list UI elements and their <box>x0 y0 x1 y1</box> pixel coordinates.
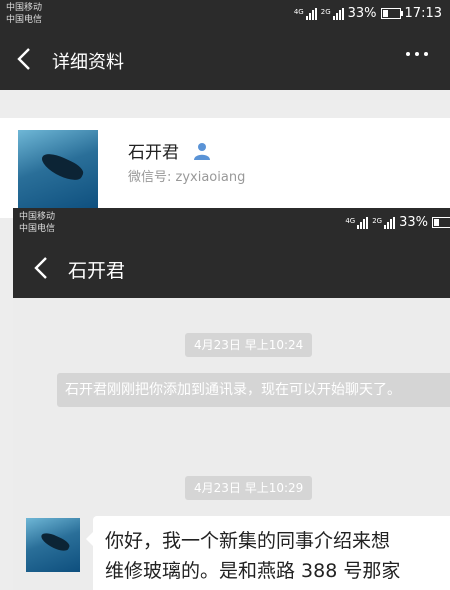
carrier-labels: 中国移动 中国电信 <box>19 211 55 235</box>
message-bubble[interactable]: 你好，我一个新集的同事介绍来想 维修玻璃的。是和燕路 388 号那家 <box>86 516 450 590</box>
signal-icon: 4G <box>294 7 317 20</box>
profile-name-row: 石开君 <box>128 138 211 163</box>
battery-icon <box>380 8 403 19</box>
chevron-left-icon[interactable] <box>14 46 36 72</box>
battery-percent: 33% <box>347 6 377 21</box>
chat-screen: 中国移动 中国电信 4G 2G 33% 石开君 4月23日 早上10:24 石开… <box>13 208 450 590</box>
person-icon <box>194 142 210 160</box>
signal-icon: 4G <box>345 216 369 229</box>
status-indicators: 4G 2G 33% 17:13 <box>294 6 442 21</box>
clock: 17:13 <box>404 6 442 21</box>
profile-card: 石开君 微信号: zyxiaoiang <box>0 118 450 218</box>
profile-name: 石开君 <box>128 143 179 163</box>
wechat-id: 微信号: zyxiaoiang <box>128 170 246 185</box>
carrier-2: 中国电信 <box>19 224 56 234</box>
page-title: 详细资料 <box>52 52 124 73</box>
carrier-1: 中国移动 <box>19 212 56 222</box>
more-icon[interactable] <box>406 52 428 56</box>
chat-status-bar: 中国移动 中国电信 4G 2G 33% <box>13 208 450 238</box>
timestamp: 4月23日 早上10:24 <box>185 333 313 357</box>
battery-icon <box>432 217 450 228</box>
chevron-left-icon[interactable] <box>31 255 53 281</box>
signal-icon: 2G <box>372 216 396 229</box>
status-bar: 中国移动 中国电信 4G 2G 33% 17:13 <box>0 0 450 30</box>
carrier-labels: 中国移动 中国电信 <box>6 2 42 26</box>
chat-title: 石开君 <box>68 260 126 282</box>
carrier-1: 中国移动 <box>6 3 43 13</box>
avatar[interactable] <box>26 518 80 572</box>
avatar[interactable] <box>18 130 98 210</box>
carrier-2: 中国电信 <box>6 15 43 25</box>
timestamp: 4月23日 早上10:29 <box>185 476 313 500</box>
battery-percent: 33% <box>399 215 428 230</box>
system-message: 石开君刚刚把你添加到通讯录，现在可以开始聊天了。 <box>57 373 450 407</box>
profile-nav-bar: 详细资料 <box>0 30 450 90</box>
chat-nav-bar: 石开君 <box>13 238 450 298</box>
status-indicators: 4G 2G 33% <box>345 215 450 230</box>
signal-icon: 2G <box>321 7 344 20</box>
